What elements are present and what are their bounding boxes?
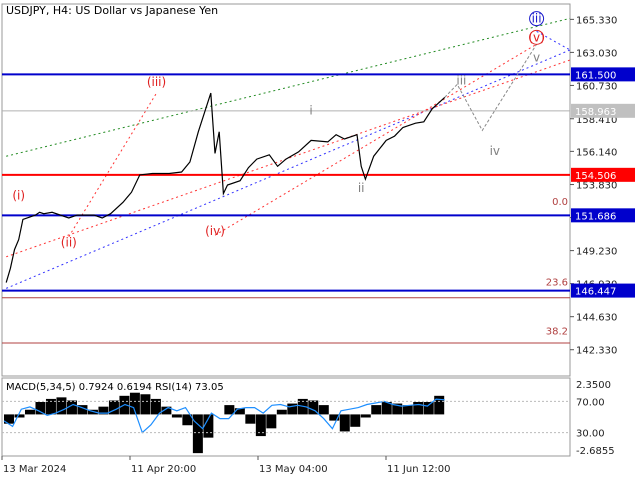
wave-label: (v) xyxy=(528,30,544,44)
fib-level-label: 0.0 xyxy=(552,197,568,208)
price-axis: 165.330163.030160.730158.410156.140153.8… xyxy=(570,15,635,357)
wave-label: ii xyxy=(358,181,365,195)
wave-label: iv xyxy=(490,144,500,158)
wave-label: iii xyxy=(456,73,466,87)
price-level-badge-label: 154.506 xyxy=(575,171,616,182)
indicator-tick-label: 2.3500 xyxy=(576,380,611,391)
fib-level-label: 23.6 xyxy=(546,278,568,289)
macd-bar xyxy=(402,405,413,415)
wave-label: (iii) xyxy=(147,75,166,89)
macd-bar xyxy=(318,405,329,415)
price-level-badge-label: 151.686 xyxy=(575,211,616,222)
wave-label: v xyxy=(533,50,540,64)
y-tick-label: 160.730 xyxy=(576,81,617,92)
chart-canvas[interactable]: 0.023.638.2(i)(ii)(iii)(iv)iiiiiiivv(v)i… xyxy=(0,0,640,480)
y-tick-label: 163.030 xyxy=(576,48,617,59)
macd-bar xyxy=(266,414,277,429)
x-tick-label: 13 May 04:00 xyxy=(259,464,328,475)
wave-label: (iv) xyxy=(205,224,225,238)
price-level-badge-label: 146.447 xyxy=(575,287,616,298)
x-tick-label: 11 Apr 20:00 xyxy=(131,464,196,475)
x-tick-label: 11 Jun 12:00 xyxy=(387,464,451,475)
macd-bar xyxy=(224,405,235,415)
indicator-tick-label: -2.6855 xyxy=(576,446,615,457)
macd-bar xyxy=(35,402,46,415)
macd-bar xyxy=(360,414,371,418)
y-tick-label: 153.830 xyxy=(576,181,617,192)
y-tick-label: 165.330 xyxy=(576,15,617,26)
macd-bar xyxy=(140,394,151,415)
macd-bar xyxy=(350,414,361,427)
symbol-label: USDJPY xyxy=(6,4,46,17)
y-tick-label: 156.140 xyxy=(576,147,617,158)
macd-bar xyxy=(192,414,203,454)
chart-window: USDJPY, H4: US Dollar vs Japanese Yen 0.… xyxy=(0,0,640,480)
y-tick-label: 149.230 xyxy=(576,247,617,258)
price-level-badge-label: 158.963 xyxy=(575,107,616,118)
macd-bar xyxy=(24,409,35,415)
macd-bar xyxy=(339,414,350,432)
macd-bar xyxy=(434,395,445,415)
wave-label: (ii) xyxy=(61,236,77,250)
price-level-badge-label: 161.500 xyxy=(575,70,616,81)
wave-label: i xyxy=(309,104,312,118)
fib-level-label: 38.2 xyxy=(546,326,568,337)
macd-bar xyxy=(245,414,256,424)
wave-label: iii xyxy=(532,12,542,26)
indicator-label: MACD(5,34,5) 0.7924 0.6194 RSI(14) 73.05 xyxy=(6,382,224,393)
indicator-tick-label: 30.00 xyxy=(576,429,605,440)
macd-bar xyxy=(413,402,424,415)
macd-bar xyxy=(423,402,434,415)
macd-bar xyxy=(255,414,266,437)
y-tick-label: 144.630 xyxy=(576,313,617,324)
macd-bar xyxy=(171,414,182,418)
macd-bar xyxy=(276,409,287,415)
timeframe-label: H4 xyxy=(52,4,69,17)
x-tick-label: 13 Mar 2024 xyxy=(3,464,66,475)
macd-bar xyxy=(14,414,25,418)
wave-label: (i) xyxy=(12,188,25,202)
main-plot-frame xyxy=(1,3,571,377)
indicator-tick-label: 70.00 xyxy=(576,397,605,408)
symbol-description: US Dollar vs Japanese Yen xyxy=(75,4,219,17)
chart-title: USDJPY, H4: US Dollar vs Japanese Yen xyxy=(6,4,219,17)
y-tick-label: 142.330 xyxy=(576,346,617,357)
macd-bar xyxy=(371,405,382,415)
